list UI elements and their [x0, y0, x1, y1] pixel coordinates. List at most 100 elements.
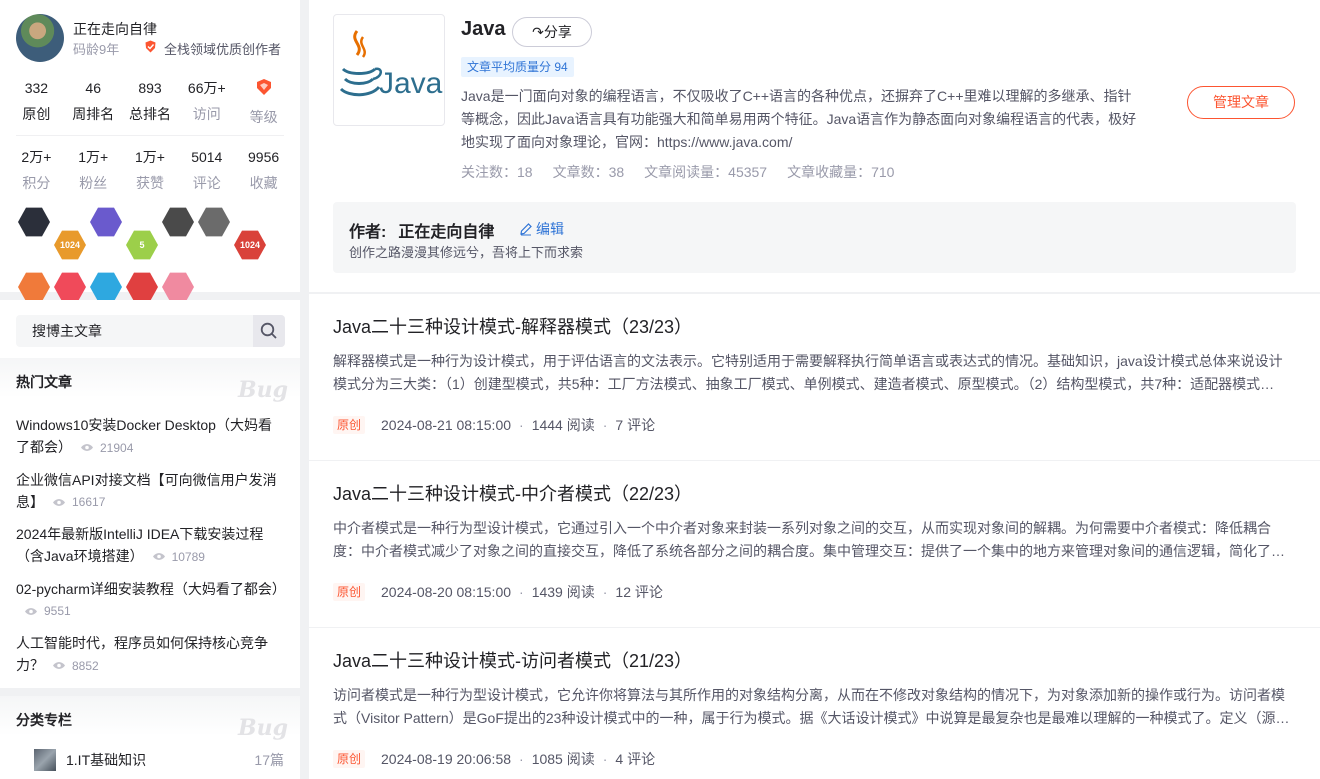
mascot-badge-icon[interactable] [162, 272, 194, 302]
view-count: 21904 [80, 437, 133, 459]
share-label: 分享 [543, 24, 572, 40]
article-date: 2024-08-21 08:15:00 [381, 417, 512, 433]
stat-comments: 5014 评论 [178, 147, 235, 193]
anniversary-badge-icon[interactable] [90, 207, 122, 237]
category-label: 1.IT基础知识 [66, 752, 147, 768]
view-count: 8852 [52, 655, 99, 677]
qa-badge-icon[interactable] [90, 272, 122, 302]
5-year-badge-icon[interactable]: 5 [126, 230, 158, 260]
stat-label: 等级 [249, 109, 278, 125]
stat-label: 原创 [22, 106, 51, 122]
article-summary: 访问者模式是一种行为型设计模式，它允许你将算法与其所作用的对象结构分离，从而在不… [333, 687, 1290, 726]
hot-article-item[interactable]: 企业微信API对接文档【可向微信用户发消息】 16617 [16, 469, 284, 514]
stat-value: 66万+ [187, 80, 226, 96]
username[interactable]: 正在走向自律 [73, 19, 157, 39]
github-badge-icon[interactable] [198, 207, 230, 237]
eye-icon [53, 498, 65, 506]
stat-value: 2万+ [21, 149, 52, 165]
certification-icon [144, 40, 157, 53]
stat-value: 1万+ [78, 149, 109, 165]
profile-card: 正在走向自律 码龄9年 全栈领域优质创作者 332 原创 46 周排名 893 … [0, 0, 300, 302]
main-content: Java Java ↷分享 文章平均质量分 94 Java是一门面向对象的编程语… [309, 0, 1320, 779]
hot-article-item[interactable]: Windows10安装Docker Desktop（大妈看了都会） 21904 [16, 414, 284, 459]
author-motto: 创作之路漫漫其修远兮，吾将上下而求索 [349, 245, 584, 260]
article-reads: 1085 阅读 [531, 751, 595, 767]
separator: · [519, 417, 524, 433]
view-count-value: 10789 [171, 549, 205, 564]
stat-label: 周排名 [72, 106, 115, 122]
search-input[interactable] [16, 315, 252, 347]
1024-gold-badge-icon[interactable]: 1024 [54, 230, 86, 260]
stat-fans[interactable]: 1万+ 粉丝 [65, 147, 122, 193]
stat-label: 评论 [192, 175, 221, 191]
eye-icon [152, 553, 165, 560]
separator: · [602, 417, 608, 433]
search-button[interactable] [253, 315, 285, 347]
view-count: 9551 [24, 600, 71, 622]
article-card[interactable]: Java二十三种设计模式-访问者模式（21/23） 访问者模式是一种行为型设计模式… [309, 628, 1320, 779]
hot-article-item[interactable]: 2024年最新版IntelliJ IDEA下载安装过程（含Java环境搭建） 10… [16, 523, 284, 568]
article-title[interactable]: Java二十三种设计模式-解释器模式（23/23） [333, 313, 692, 339]
article-reads: 1444 阅读 [531, 417, 595, 433]
view-count-value: 8852 [72, 658, 99, 673]
column-header-card: Java Java ↷分享 文章平均质量分 94 Java是一门面向对象的编程语… [309, 0, 1320, 292]
search-icon [260, 322, 277, 339]
separator: · [519, 584, 524, 600]
article-meta: 原创 2024-08-19 20:06:58 · 1085 阅读 · 4 评论 [333, 749, 655, 769]
category-item[interactable]: 1.IT基础知识 17篇 [34, 748, 284, 772]
article-comments: 12 评论 [615, 584, 663, 600]
article-meta: 原创 2024-08-21 08:15:00 · 1444 阅读 · 7 评论 [333, 415, 655, 435]
stat-label: 粉丝 [79, 175, 108, 191]
stat-value: 9956 [248, 149, 280, 165]
hot-article-title: Windows10安装Docker Desktop（大妈看了都会） [16, 417, 272, 455]
article-date: 2024-08-19 20:06:58 [381, 751, 512, 767]
rocket-badge-icon[interactable] [18, 207, 50, 237]
section-title-text: 热门文章 [16, 374, 72, 390]
article-card[interactable]: Java二十三种设计模式-解释器模式（23/23） 解释器模式是一种行为设计模式，… [309, 294, 1320, 460]
stat-total-rank[interactable]: 893 总排名 [122, 78, 179, 127]
article-card[interactable]: Java二十三种设计模式-中介者模式（22/23） 中介者模式是一种行为型设计模式… [309, 461, 1320, 627]
edit-button[interactable]: 编辑 [519, 219, 564, 239]
pen-badge-icon[interactable] [126, 272, 158, 302]
stat-level[interactable]: 等级 [235, 78, 292, 127]
eye-icon [25, 607, 37, 615]
stat-visits: 66万+ 访问 [178, 78, 235, 127]
share-button[interactable]: ↷分享 [512, 17, 592, 47]
column-badge-icon[interactable] [162, 207, 194, 237]
article-comments: 4 评论 [615, 751, 656, 767]
manage-articles-button[interactable]: 管理文章 [1187, 86, 1295, 119]
author-name[interactable]: 正在走向自律 [398, 224, 494, 241]
article-title[interactable]: Java二十三种设计模式-中介者模式（22/23） [333, 480, 692, 506]
meta-favorite-count: 文章收藏量：710 [787, 164, 895, 180]
share-icon: ↷ [532, 24, 544, 40]
codeage: 码龄9年 [73, 42, 120, 57]
meta-article-count: 文章数：38 [552, 164, 625, 180]
hot-article-item[interactable]: 02-pycharm详细安装教程（大妈看了都会） 9551 [16, 578, 286, 623]
meta-followers: 关注数：18 [461, 164, 533, 180]
rich-content-badge-icon[interactable] [18, 272, 50, 302]
stat-label: 收藏 [249, 175, 278, 191]
article-summary: 中介者模式是一种行为型设计模式，它通过引入一个中介者对象来封装一系列对象之间的交… [333, 520, 1285, 559]
avatar[interactable] [16, 14, 64, 62]
stat-original[interactable]: 332 原创 [8, 78, 65, 127]
quality-score-tag: 文章平均质量分 94 [461, 57, 574, 77]
author-line: 作者: 正在走向自律 [349, 218, 494, 242]
original-tag: 原创 [333, 583, 366, 601]
hot-article-item[interactable]: 人工智能时代，程序员如何保持核心竞争力？ 8852 [16, 632, 284, 677]
stat-value: 5014 [191, 149, 223, 165]
category-thumbnail [34, 749, 56, 771]
eye-icon [53, 662, 65, 669]
original-tag: 原创 [333, 416, 366, 434]
hot-article-title: 02-pycharm详细安装教程（大妈看了都会） [16, 580, 286, 597]
1024-red-badge-icon[interactable]: 1024 [234, 230, 266, 260]
article-reads: 1439 阅读 [531, 584, 595, 600]
hot-articles-card: 热门文章 Bug Windows10安装Docker Desktop（大妈看了都… [0, 358, 300, 688]
view-count-value: 21904 [100, 440, 134, 455]
stat-weekly-rank[interactable]: 46 周排名 [65, 78, 122, 127]
view-count: 16617 [52, 491, 105, 513]
fox-badge-icon[interactable] [54, 272, 86, 302]
svg-text:Java: Java [379, 67, 443, 100]
stat-value: 893 [138, 80, 162, 96]
article-title[interactable]: Java二十三种设计模式-访问者模式（21/23） [333, 647, 692, 673]
view-count-value: 9551 [44, 604, 71, 618]
